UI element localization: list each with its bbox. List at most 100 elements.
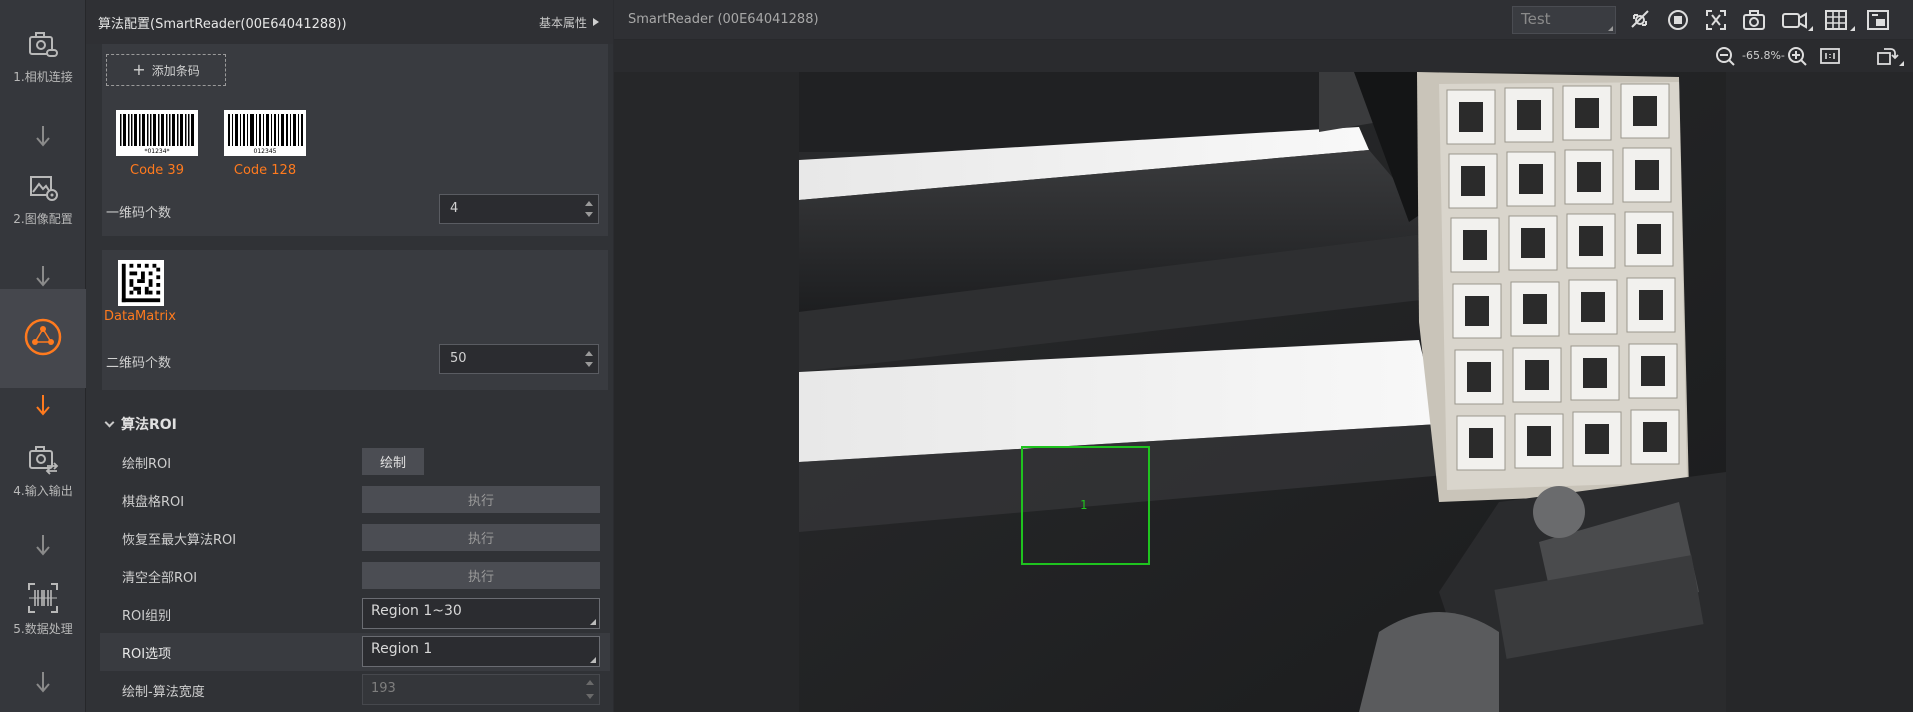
rotate-icon[interactable] <box>1874 45 1904 67</box>
panel-title: 算法配置(SmartReader(00E64041288)) <box>98 16 347 32</box>
image-settings-icon <box>30 176 58 201</box>
code128-thumb[interactable]: 012345 Code 128 <box>224 110 306 178</box>
step-label: 2.图像配置 <box>13 212 73 226</box>
down-arrow-icon <box>36 266 50 287</box>
roi-section-header[interactable]: 算法ROI <box>104 414 177 434</box>
fullscreen-x-icon[interactable] <box>1702 7 1730 33</box>
draw-width-input: 193 <box>362 674 600 705</box>
app-window: 1.相机连接 2.图像配置 4.输入输出 5.数据处理 算法配置(SmartRe… <box>0 0 1913 712</box>
step-input-output[interactable]: 4.输入输出 <box>0 440 86 499</box>
spin-down-icon[interactable] <box>585 362 593 367</box>
code39-thumb[interactable]: *01234* Code 39 <box>116 110 198 178</box>
spin-up-icon <box>586 680 594 685</box>
image-viewer: SmartReader (00E64041288) Test -65.8%- 1 <box>614 0 1913 712</box>
camera-link-icon <box>29 32 58 57</box>
checker-roi-row: 棋盘格ROI 执行 <box>100 481 610 519</box>
clear-roi-row: 清空全部ROI 执行 <box>100 557 610 595</box>
io-icon <box>29 446 59 475</box>
spin-down-icon[interactable] <box>585 212 593 217</box>
restore-roi-label: 恢复至最大算法ROI <box>122 533 237 548</box>
snapshot-icon[interactable] <box>1740 7 1768 33</box>
datamatrix-label: DataMatrix <box>104 309 176 324</box>
zoom-in-icon[interactable] <box>1786 45 1810 67</box>
zoom-out-icon[interactable] <box>1714 45 1738 67</box>
camera-image[interactable]: 1 <box>799 72 1726 712</box>
zoom-bar: -65.8%- <box>614 40 1913 72</box>
image-canvas[interactable]: 1 <box>614 72 1913 712</box>
clear-roi-label: 清空全部ROI <box>122 571 198 586</box>
roi-group-select[interactable]: Region 1~30 <box>362 598 600 629</box>
basic-properties-link[interactable]: 基本属性 <box>539 14 599 31</box>
chevron-down-icon <box>104 417 115 428</box>
dropdown-corner-icon <box>1608 26 1613 31</box>
barcode-2d-card: DataMatrix 二维码个数 50 <box>102 250 608 390</box>
device-title: SmartReader (00E64041288) <box>628 12 819 27</box>
grid-icon[interactable] <box>1822 7 1856 33</box>
draw-roi-button[interactable]: 绘制 <box>362 448 424 475</box>
window-icon[interactable] <box>1864 7 1892 33</box>
triangle-right-icon <box>593 18 599 26</box>
count-1d-label: 一维码个数 <box>106 206 172 221</box>
barcode-image-icon: 012345 <box>224 110 306 156</box>
algorithm-icon <box>24 318 62 356</box>
step-image-config[interactable]: 2.图像配置 <box>0 168 86 227</box>
test-placeholder: Test <box>1521 10 1551 28</box>
draw-roi-label: 绘制ROI <box>122 457 172 472</box>
checker-roi-execute-button[interactable]: 执行 <box>362 486 600 513</box>
restore-roi-execute-button[interactable]: 执行 <box>362 524 600 551</box>
plus-icon: + <box>132 60 146 79</box>
roi-option-value: Region 1 <box>371 641 433 657</box>
barcode-scan-icon <box>28 583 58 613</box>
datamatrix-image-icon <box>118 260 164 306</box>
actual-size-icon[interactable] <box>1818 45 1842 67</box>
datamatrix-thumb[interactable]: DataMatrix <box>102 260 178 324</box>
barcode-digits: 012345 <box>254 148 277 155</box>
roi-option-label: ROI选项 <box>122 647 172 662</box>
checker-roi-label: 棋盘格ROI <box>122 495 185 510</box>
step-camera-link[interactable]: 1.相机连接 <box>0 26 86 85</box>
dropdown-corner-icon <box>590 657 596 663</box>
restore-roi-row: 恢复至最大算法ROI 执行 <box>100 519 610 557</box>
viewer-toolbar: SmartReader (00E64041288) Test <box>614 0 1913 40</box>
down-arrow-icon <box>36 126 50 147</box>
down-arrow-icon <box>36 535 50 556</box>
count-2d-input[interactable]: 50 <box>439 344 599 374</box>
roi-rectangle[interactable]: 1 <box>1021 446 1150 565</box>
trigger-off-icon[interactable] <box>1626 7 1654 33</box>
panel-header: 算法配置(SmartReader(00E64041288)) 基本属性 <box>86 0 613 44</box>
barcode-image-icon: *01234* <box>116 110 198 156</box>
record-icon[interactable] <box>1780 7 1814 33</box>
roi-section-title: 算法ROI <box>121 417 177 433</box>
step-data-processing[interactable]: 5.数据处理 <box>0 578 86 637</box>
add-code-label: 添加条码 <box>151 63 200 78</box>
add-code-button[interactable]: + 添加条码 <box>106 54 226 86</box>
test-input[interactable]: Test <box>1512 6 1616 34</box>
count-1d-input[interactable]: 4 <box>439 194 599 224</box>
algorithm-config-panel: 算法配置(SmartReader(00E64041288)) 基本属性 + 添加… <box>86 0 613 712</box>
zoom-level[interactable]: -65.8%- <box>1742 49 1785 62</box>
clear-roi-execute-button[interactable]: 执行 <box>362 562 600 589</box>
roi-option-select[interactable]: Region 1 <box>362 636 600 667</box>
dropdown-corner-icon <box>590 619 596 625</box>
count-2d-value: 50 <box>450 351 467 366</box>
step-algorithm-config[interactable] <box>0 289 86 388</box>
roi-group-label: ROI组别 <box>122 609 172 624</box>
roi-group-row: ROI组别 Region 1~30 <box>100 595 610 633</box>
draw-width-label: 绘制-算法宽度 <box>122 685 205 700</box>
basic-properties-label: 基本属性 <box>538 15 587 30</box>
step-label: 1.相机连接 <box>13 70 73 84</box>
step-sidebar: 1.相机连接 2.图像配置 4.输入输出 5.数据处理 <box>0 0 86 712</box>
step-label: 5.数据处理 <box>13 622 73 636</box>
spin-up-icon[interactable] <box>585 201 593 206</box>
stop-icon[interactable] <box>1664 7 1692 33</box>
roi-group-value: Region 1~30 <box>371 603 462 619</box>
code128-label: Code 128 <box>233 163 297 178</box>
camera-frame-image <box>799 72 1726 712</box>
step-label: 4.输入输出 <box>13 484 73 498</box>
spin-up-icon[interactable] <box>585 351 593 356</box>
count-2d-label: 二维码个数 <box>106 356 172 371</box>
down-arrow-icon <box>36 672 50 693</box>
draw-width-row: 绘制-算法宽度 193 <box>100 671 610 709</box>
draw-width-value: 193 <box>371 681 396 696</box>
down-arrow-icon <box>36 395 50 416</box>
